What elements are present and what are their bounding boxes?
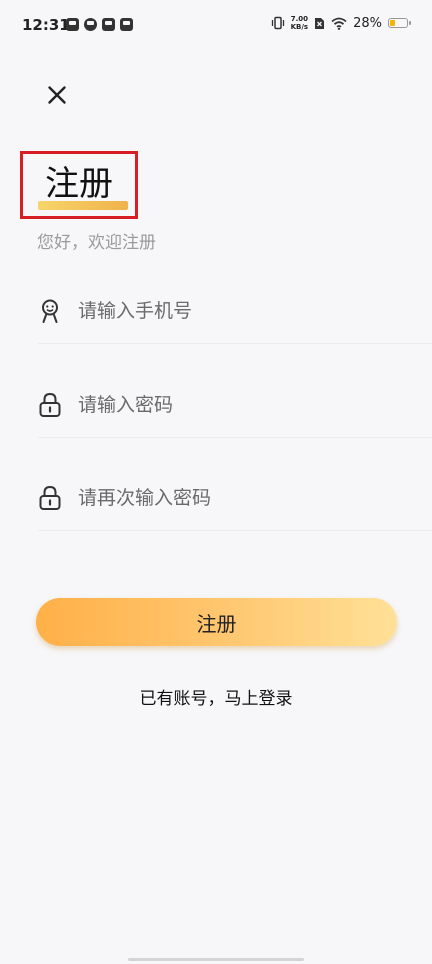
confirm-password-input[interactable] bbox=[78, 482, 408, 514]
home-indicator[interactable] bbox=[128, 958, 304, 961]
tiktok-icon bbox=[102, 18, 115, 31]
register-button[interactable]: 注册 bbox=[36, 598, 397, 646]
page-title: 注册 bbox=[45, 164, 113, 204]
net-speed-unit: KB/s bbox=[290, 23, 309, 31]
battery-icon bbox=[388, 18, 411, 28]
close-icon bbox=[48, 86, 66, 104]
battery-level bbox=[390, 20, 396, 26]
phone-field bbox=[38, 284, 432, 344]
confirm-password-field bbox=[38, 471, 432, 531]
status-bar: 12:31 7.00 KB/s 28% bbox=[0, 0, 432, 52]
lock-icon bbox=[39, 485, 61, 510]
wallet-icon bbox=[84, 18, 97, 31]
password-field bbox=[38, 378, 432, 438]
user-icon bbox=[42, 299, 58, 323]
status-time: 12:31 bbox=[22, 16, 70, 34]
mail-icon bbox=[66, 18, 79, 31]
close-button[interactable] bbox=[42, 80, 72, 110]
password-input[interactable] bbox=[78, 389, 408, 421]
wifi-icon bbox=[331, 17, 347, 30]
page-title-box: 注册 bbox=[20, 151, 138, 219]
page-subtitle: 您好，欢迎注册 bbox=[37, 233, 156, 253]
status-right: 7.00 KB/s 28% bbox=[271, 15, 411, 31]
login-link[interactable]: 已有账号，马上登录 bbox=[0, 684, 432, 709]
battery-percent: 28% bbox=[353, 15, 382, 31]
sim-off-icon bbox=[315, 17, 325, 29]
chat-icon bbox=[120, 18, 133, 31]
net-speed-value: 7.00 bbox=[290, 15, 308, 23]
vibrate-icon bbox=[271, 16, 284, 30]
notification-icons bbox=[66, 18, 133, 31]
phone-input[interactable] bbox=[78, 295, 408, 327]
network-speed: 7.00 KB/s bbox=[291, 15, 308, 31]
lock-icon bbox=[39, 392, 61, 417]
